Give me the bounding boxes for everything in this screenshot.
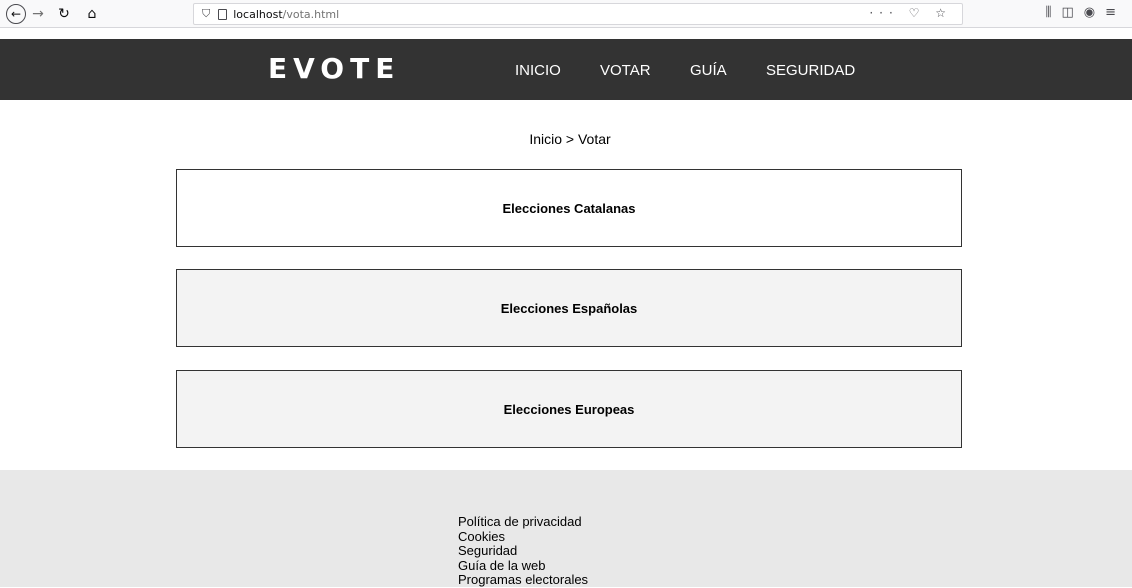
forward-icon[interactable]: → <box>30 4 46 24</box>
url-host: localhost <box>233 7 283 21</box>
footer-link-cookies[interactable]: Cookies <box>458 529 588 545</box>
reload-icon[interactable]: ↻ <box>54 4 74 24</box>
library-icon[interactable]: ⫼ <box>1045 5 1061 20</box>
url-path: /vota.html <box>282 7 340 21</box>
back-icon[interactable]: ← <box>6 4 26 24</box>
footer-link-programas[interactable]: Programas electorales <box>458 572 588 588</box>
page-icon <box>218 8 228 20</box>
footer-link-guia[interactable]: Guía de la web <box>458 558 588 574</box>
footer-link-seguridad[interactable]: Seguridad <box>458 543 588 559</box>
toolbar-right: ⫼◫◉≡ <box>1045 5 1126 20</box>
pocket-icon[interactable]: ♡ <box>909 6 926 20</box>
nav-seguridad[interactable]: SEGURIDAD <box>766 62 855 79</box>
menu-icon[interactable]: ≡ <box>1105 5 1126 20</box>
page-actions: ··· ♡ ☆ <box>869 6 952 20</box>
nav-guia[interactable]: GUÍA <box>690 62 727 79</box>
nav-votar[interactable]: VOTAR <box>600 62 651 79</box>
browser-toolbar: ← → ↻ ⌂ ⛉ localhost/vota.html ··· ♡ ☆ ⫼◫… <box>0 0 1132 28</box>
more-icon[interactable]: ··· <box>869 6 898 20</box>
breadcrumb: Inicio > Votar <box>529 131 611 147</box>
footer-links: Política de privacidad Cookies Seguridad… <box>458 514 588 588</box>
home-icon[interactable]: ⌂ <box>82 4 102 24</box>
account-icon[interactable]: ◉ <box>1084 5 1105 20</box>
site-header: EVOTE INICIO VOTAR GUÍA SEGURIDAD <box>0 39 1132 100</box>
shield-icon[interactable]: ⛉ <box>202 7 210 21</box>
nav-inicio[interactable]: INICIO <box>515 62 561 79</box>
bookmark-star-icon[interactable]: ☆ <box>935 6 952 20</box>
sidebar-icon[interactable]: ◫ <box>1061 5 1083 20</box>
site-footer: Política de privacidad Cookies Seguridad… <box>0 470 1132 587</box>
url-bar[interactable]: ⛉ localhost/vota.html ··· ♡ ☆ <box>193 3 963 25</box>
election-card-catalanas[interactable]: Elecciones Catalanas <box>176 169 962 247</box>
site-logo[interactable]: EVOTE <box>268 53 400 85</box>
election-card-espanolas[interactable]: Elecciones Españolas <box>176 269 962 347</box>
footer-link-privacidad[interactable]: Política de privacidad <box>458 514 588 530</box>
election-card-europeas[interactable]: Elecciones Europeas <box>176 370 962 448</box>
